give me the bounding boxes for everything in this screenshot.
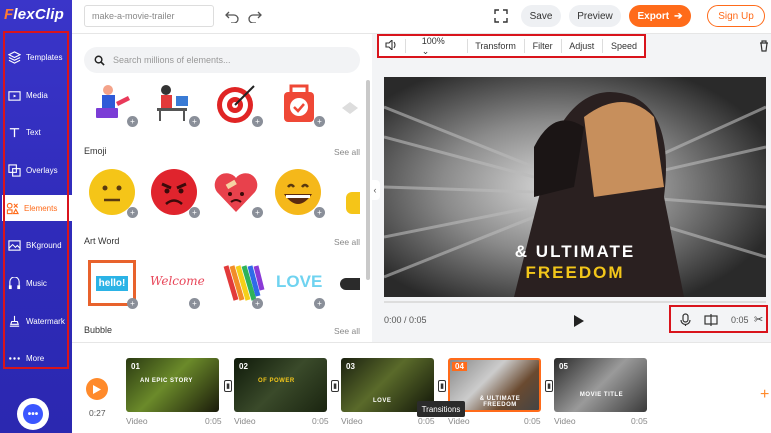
add-icon[interactable]: + [127, 116, 138, 127]
music-icon [8, 276, 21, 289]
art-word-love[interactable]: LOVE [276, 272, 326, 292]
adjust-button[interactable]: Adjust [561, 41, 602, 51]
time-readout: 0:00 / 0:05 [384, 315, 427, 325]
sidebar-item-bkground[interactable]: BKground [4, 227, 68, 263]
background-icon [8, 239, 21, 251]
see-all-emoji-link[interactable]: See all [334, 147, 360, 157]
sidebar-item-elements[interactable]: Elements [2, 195, 72, 221]
speed-button[interactable]: Speed [603, 41, 645, 51]
add-icon[interactable]: + [189, 298, 200, 309]
add-icon[interactable]: + [252, 207, 263, 218]
transition-icon[interactable]: ▮ [438, 380, 446, 392]
help-chat-button[interactable]: ••• [17, 398, 49, 430]
sidebar-item-more[interactable]: More [4, 340, 68, 376]
chat-icon: ••• [23, 404, 43, 424]
play-icon[interactable] [573, 315, 584, 327]
more-icon [9, 356, 20, 360]
art-word-welcome[interactable]: Welcome [150, 274, 205, 294]
add-icon[interactable]: + [314, 116, 325, 127]
collapse-panel-icon[interactable]: ‹ [370, 180, 380, 200]
layers-icon [8, 50, 21, 64]
see-all-bubble-link[interactable]: See all [334, 326, 360, 336]
transition-icon[interactable]: ▮ [331, 380, 339, 392]
sidebar-item-templates[interactable]: Templates [4, 39, 68, 75]
art-word-partial[interactable] [340, 278, 360, 290]
preview-button[interactable]: Preview [569, 5, 621, 27]
see-all-art-word-link[interactable]: See all [334, 237, 360, 247]
chevron-down-icon: ⌄ [421, 45, 430, 56]
undo-icon[interactable] [225, 9, 239, 23]
transform-button[interactable]: Transform [467, 41, 524, 51]
scissors-icon[interactable]: ✂ [754, 313, 763, 326]
timeline-clip[interactable]: 01 AN EPIC STORY [126, 358, 219, 412]
emoji-partial[interactable] [346, 192, 360, 214]
timeline-clip[interactable]: 02 OF POWER [234, 358, 327, 412]
sidebar-item-music[interactable]: Music [4, 265, 68, 301]
add-icon[interactable]: + [314, 298, 325, 309]
arrow-right-icon: ➔ [674, 10, 683, 22]
sidebar-item-media[interactable]: Media [4, 77, 68, 113]
transition-icon[interactable]: ▮ [224, 380, 232, 392]
add-icon[interactable]: + [189, 116, 200, 127]
add-clip-icon[interactable]: + [760, 386, 769, 404]
video-overlay-title-line1: & ULTIMATE [514, 242, 636, 261]
clip-duration-label: 0:05 [524, 416, 541, 426]
sidebar-item-overlays[interactable]: Overlays [4, 152, 68, 188]
clip-duration-label: 0:05 [205, 416, 222, 426]
project-name-input[interactable]: make-a-movie-trailer [84, 5, 214, 27]
folder-icon [8, 90, 21, 101]
clip-type-label: Video [234, 416, 256, 426]
add-icon[interactable]: + [189, 207, 200, 218]
export-button[interactable]: Export ➔ [629, 5, 691, 27]
split-screen-icon[interactable] [704, 313, 718, 327]
sidebar-item-watermark[interactable]: Watermark [4, 303, 68, 339]
play-icon [93, 384, 101, 394]
overlay-icon [8, 163, 21, 177]
flexclip-logo[interactable]: FlexClip [4, 6, 64, 23]
fullscreen-icon[interactable] [494, 9, 508, 23]
add-icon[interactable]: + [252, 298, 263, 309]
video-overlay-title-line2: FREEDOM [525, 263, 625, 282]
transitions-tooltip: Transitions [417, 401, 465, 417]
redo-icon[interactable] [248, 9, 262, 23]
illustration-partial[interactable] [340, 96, 360, 120]
progress-track[interactable] [384, 301, 766, 303]
clip-type-label: Video [448, 416, 470, 426]
clip-toolbar: 100% ⌄ Transform Filter Adjust Speed [377, 35, 645, 57]
clip-duration-label: 0:05 [631, 416, 648, 426]
clip-type-label: Video [341, 416, 363, 426]
search-input[interactable]: Search millions of elements... [84, 47, 360, 73]
video-preview[interactable]: & ULTIMATE FREEDOM [384, 77, 766, 297]
search-icon [94, 55, 105, 66]
clip-type-label: Video [554, 416, 576, 426]
illustration-person-desk[interactable] [152, 80, 194, 126]
volume-dropdown[interactable]: 100% ⌄ [406, 36, 467, 57]
add-icon[interactable]: + [252, 116, 263, 127]
section-title-art-word: Art Word [84, 236, 120, 246]
clip-duration: 0:05 [731, 315, 749, 325]
add-icon[interactable]: + [127, 207, 138, 218]
section-title-emoji: Emoji [84, 146, 107, 156]
elements-icon [6, 202, 19, 214]
add-icon[interactable]: + [314, 207, 325, 218]
watermark-icon [9, 315, 20, 327]
text-icon [9, 127, 20, 137]
delete-icon[interactable] [759, 40, 769, 52]
clip-duration-label: 0:05 [312, 416, 329, 426]
section-title-bubble: Bubble [84, 325, 113, 335]
timeline-clip[interactable]: 05 MOVIE TITLE [554, 358, 647, 412]
clip-type-label: Video [126, 416, 148, 426]
volume-icon[interactable] [377, 38, 405, 52]
timeline-play-button[interactable] [86, 378, 108, 400]
microphone-icon[interactable] [680, 313, 691, 327]
add-icon[interactable]: + [127, 298, 138, 309]
signup-button[interactable]: Sign Up [707, 5, 765, 27]
filter-button[interactable]: Filter [525, 41, 561, 51]
clip-duration-label: 0:05 [418, 416, 435, 426]
total-time: 0:27 [89, 408, 106, 418]
save-button[interactable]: Save [521, 5, 561, 27]
sidebar-item-text[interactable]: Text [4, 114, 68, 150]
transition-icon[interactable]: ▮ [545, 380, 553, 392]
illustration-person-laptop[interactable] [90, 80, 132, 126]
